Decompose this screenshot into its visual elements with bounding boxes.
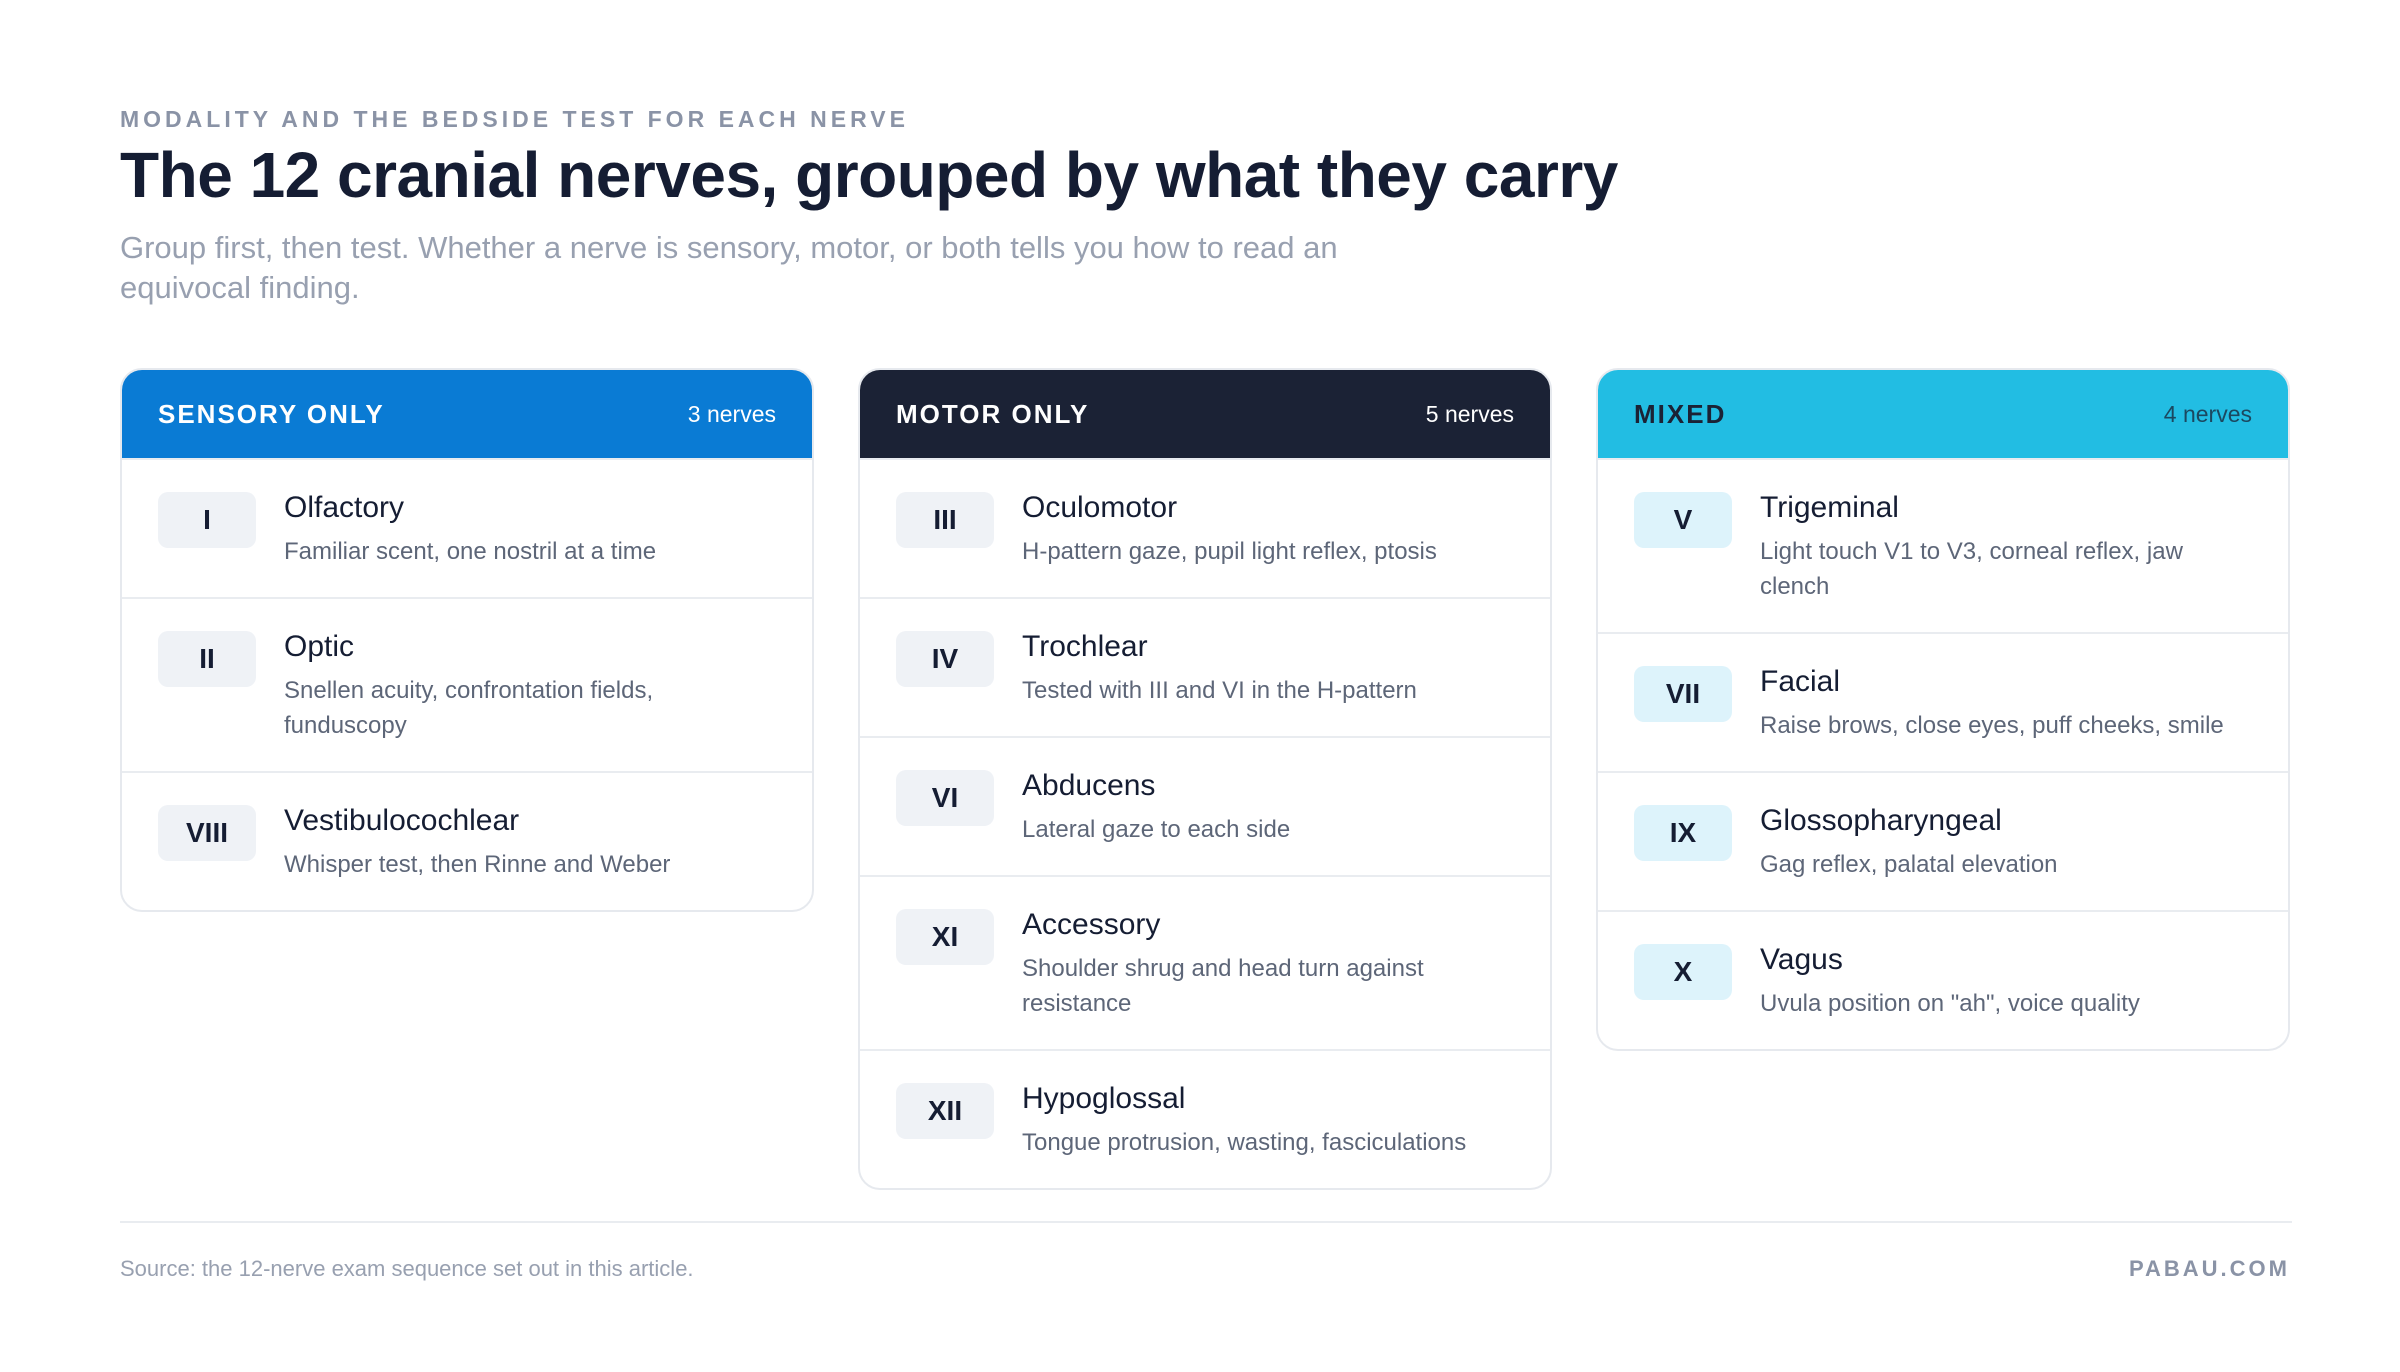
nerve-test: Uvula position on "ah", voice quality bbox=[1760, 990, 2140, 1017]
nerve-numeral-badge: V bbox=[1634, 492, 1732, 548]
nerve-numeral-badge: XII bbox=[896, 1083, 994, 1139]
nerve-test: Gag reflex, palatal elevation bbox=[1760, 851, 2058, 878]
group-card-motor: MOTOR ONLY 5 nerves III Oculomotor H-pat… bbox=[858, 368, 1552, 1190]
group-header: MIXED 4 nerves bbox=[1598, 370, 2288, 458]
nerve-numeral-badge: IX bbox=[1634, 805, 1732, 861]
nerve-name: Trigeminal bbox=[1760, 491, 1899, 524]
group-count: 5 nerves bbox=[1425, 400, 1514, 427]
nerve-name: Olfactory bbox=[284, 491, 405, 524]
nerve-numeral-badge: II bbox=[158, 631, 256, 687]
group-header: MOTOR ONLY 5 nerves bbox=[860, 370, 1550, 458]
nerve-row: II Optic Snellen acuity, confrontation f… bbox=[122, 597, 812, 771]
page-subtitle: Group first, then test. Whether a nerve … bbox=[120, 230, 1338, 305]
footer-divider bbox=[120, 1221, 2292, 1223]
nerve-row: X Vagus Uvula position on "ah", voice qu… bbox=[1598, 910, 2288, 1049]
nerve-test: Tested with III and VI in the H-pattern bbox=[1022, 677, 1417, 704]
nerve-numeral-badge: VII bbox=[1634, 666, 1732, 722]
nerve-numeral-badge: X bbox=[1634, 944, 1732, 1000]
nerve-name: Optic bbox=[284, 630, 355, 663]
nerve-row: XI Accessory Shoulder shrug and head tur… bbox=[860, 875, 1550, 1049]
nerve-name: Oculomotor bbox=[1022, 491, 1178, 524]
nerve-name: Accessory bbox=[1022, 908, 1161, 941]
nerve-row: VI Abducens Lateral gaze to each side bbox=[860, 736, 1550, 875]
group-name: SENSORY ONLY bbox=[158, 398, 385, 429]
nerve-test: H-pattern gaze, pupil light reflex, ptos… bbox=[1022, 538, 1437, 565]
nerve-row: VII Facial Raise brows, close eyes, puff… bbox=[1598, 632, 2288, 771]
page-title: The 12 cranial nerves, grouped by what t… bbox=[120, 139, 1618, 211]
nerve-test: Light touch V1 to V3, corneal reflex, ja… bbox=[1760, 538, 2183, 600]
nerve-name: Hypoglossal bbox=[1022, 1082, 1186, 1115]
nerve-name: Glossopharyngeal bbox=[1760, 804, 2002, 837]
nerve-test: Snellen acuity, confrontation fields, fu… bbox=[284, 677, 654, 739]
group-header: SENSORY ONLY 3 nerves bbox=[122, 370, 812, 458]
nerve-row: IX Glossopharyngeal Gag reflex, palatal … bbox=[1598, 771, 2288, 910]
nerve-name: Vagus bbox=[1760, 943, 1843, 976]
nerve-name: Vestibulocochlear bbox=[284, 804, 520, 837]
source-note: Source: the 12-nerve exam sequence set o… bbox=[120, 1256, 694, 1281]
nerve-numeral-badge: VIII bbox=[158, 805, 256, 861]
nerve-row: III Oculomotor H-pattern gaze, pupil lig… bbox=[860, 458, 1550, 597]
group-count: 4 nerves bbox=[2163, 400, 2252, 427]
nerve-row: VIII Vestibulocochlear Whisper test, the… bbox=[122, 771, 812, 910]
nerve-row: IV Trochlear Tested with III and VI in t… bbox=[860, 597, 1550, 736]
nerve-numeral-badge: XI bbox=[896, 909, 994, 965]
nerve-test: Whisper test, then Rinne and Weber bbox=[284, 851, 671, 878]
eyebrow-label: MODALITY AND THE BEDSIDE TEST FOR EACH N… bbox=[120, 106, 909, 132]
nerve-numeral-badge: I bbox=[158, 492, 256, 548]
nerve-row: V Trigeminal Light touch V1 to V3, corne… bbox=[1598, 458, 2288, 632]
nerve-numeral-badge: VI bbox=[896, 770, 994, 826]
nerve-test: Raise brows, close eyes, puff cheeks, sm… bbox=[1760, 712, 2224, 739]
nerve-numeral-badge: IV bbox=[896, 631, 994, 687]
nerve-test: Shoulder shrug and head turn against res… bbox=[1022, 955, 1424, 1017]
group-name: MOTOR ONLY bbox=[896, 398, 1090, 429]
nerve-test: Familiar scent, one nostril at a time bbox=[284, 538, 657, 565]
nerve-name: Abducens bbox=[1022, 769, 1156, 802]
group-count: 3 nerves bbox=[687, 400, 776, 427]
nerve-name: Facial bbox=[1760, 665, 1841, 698]
nerve-test: Lateral gaze to each side bbox=[1022, 816, 1291, 843]
nerve-row: I Olfactory Familiar scent, one nostril … bbox=[122, 458, 812, 597]
nerve-name: Trochlear bbox=[1022, 630, 1148, 663]
nerve-row: XII Hypoglossal Tongue protrusion, wasti… bbox=[860, 1049, 1550, 1188]
brand-wordmark: PABAU.COM bbox=[2128, 1256, 2290, 1281]
group-card-mixed: MIXED 4 nerves V Trigeminal Light touch … bbox=[1596, 368, 2290, 1051]
nerve-test: Tongue protrusion, wasting, fasciculatio… bbox=[1022, 1129, 1467, 1156]
group-name: MIXED bbox=[1634, 398, 1727, 429]
nerve-numeral-badge: III bbox=[896, 492, 994, 548]
group-card-sensory: SENSORY ONLY 3 nerves I Olfactory Famili… bbox=[120, 368, 814, 912]
